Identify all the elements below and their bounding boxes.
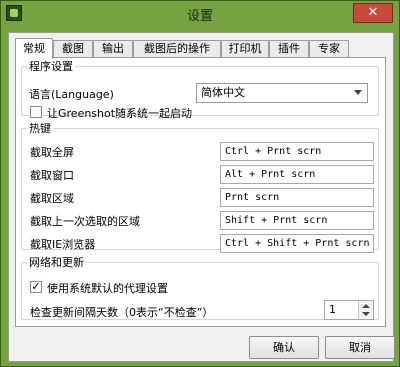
language-label: 语言(Language)	[29, 88, 114, 101]
tab-general[interactable]: 常规	[15, 38, 53, 59]
proxy-checkbox[interactable]: ✓	[30, 281, 42, 293]
network-group: 网络和更新 ✓ 使用系统默认的代理设置 检查更新间隔天数（0表示“不检查”） 1	[21, 254, 379, 320]
cancel-button[interactable]: 取消	[325, 336, 395, 359]
language-value: 简体中文	[201, 86, 245, 99]
proxy-label: 使用系统默认的代理设置	[47, 282, 168, 295]
tab-printer[interactable]: 打印机	[221, 40, 269, 57]
language-select[interactable]: 简体中文	[196, 83, 368, 103]
tab-post-capture-actions[interactable]: 截图后的操作	[133, 40, 221, 57]
settings-window: 设置 ✕ 常规 截图 输出 截图后的操作 打印机 插件 专家 程序设置 语言(L…	[0, 0, 400, 367]
spinner-down-icon[interactable]	[362, 312, 370, 316]
program-settings-legend: 程序设置	[29, 60, 73, 73]
hotkey-label-window: 截取窗口	[30, 169, 74, 182]
update-interval-value: 1	[329, 303, 336, 316]
hotkey-input-last-region[interactable]: Shift + Prnt scrn	[220, 211, 374, 230]
tab-plugins[interactable]: 插件	[269, 40, 309, 57]
network-legend: 网络和更新	[29, 256, 84, 269]
hotkey-input-window[interactable]: Alt + Prnt scrn	[220, 165, 374, 184]
hotkey-input-fullscreen[interactable]: Ctrl + Prnt scrn	[220, 142, 374, 161]
hotkey-input-ie[interactable]: Ctrl + Shift + Prnt scrn	[220, 234, 374, 253]
update-interval-label: 检查更新间隔天数（0表示“不检查”）	[30, 306, 214, 319]
tab-output[interactable]: 输出	[93, 40, 133, 57]
update-interval-spinner[interactable]: 1	[324, 300, 374, 320]
autostart-label: 让Greenshot随系统一起启动	[47, 107, 193, 120]
tab-expert[interactable]: 专家	[309, 40, 349, 57]
ok-button[interactable]: 确认	[249, 336, 319, 359]
hotkey-input-region[interactable]: Prnt scrn	[220, 188, 374, 207]
general-tab-page: 程序设置 语言(Language) 简体中文 让Greenshot随系统一起启动…	[15, 57, 386, 327]
hotkeys-group: 热键 截取全屏 Ctrl + Prnt scrn 截取窗口 Alt + Prnt…	[21, 120, 379, 253]
close-button[interactable]: ✕	[353, 3, 393, 23]
program-settings-group: 程序设置 语言(Language) 简体中文 让Greenshot随系统一起启动	[21, 58, 379, 120]
hotkey-label-region: 截取区域	[30, 192, 74, 205]
dialog-body: 常规 截图 输出 截图后的操作 打印机 插件 专家 程序设置 语言(Langua…	[8, 32, 395, 362]
title-bar[interactable]: 设置 ✕	[1, 1, 399, 27]
hotkey-label-ie: 截取IE浏览器	[30, 238, 96, 251]
autostart-checkbox[interactable]	[30, 106, 42, 118]
hotkey-label-last-region: 截取上一次选取的区域	[30, 215, 140, 228]
hotkey-label-fullscreen: 截取全屏	[30, 146, 74, 159]
chevron-down-icon	[354, 90, 362, 95]
spinner-buttons[interactable]	[358, 301, 373, 319]
window-title: 设置	[186, 9, 213, 24]
hotkeys-legend: 热键	[29, 122, 51, 135]
tab-capture[interactable]: 截图	[53, 40, 93, 57]
spinner-up-icon[interactable]	[362, 304, 370, 308]
